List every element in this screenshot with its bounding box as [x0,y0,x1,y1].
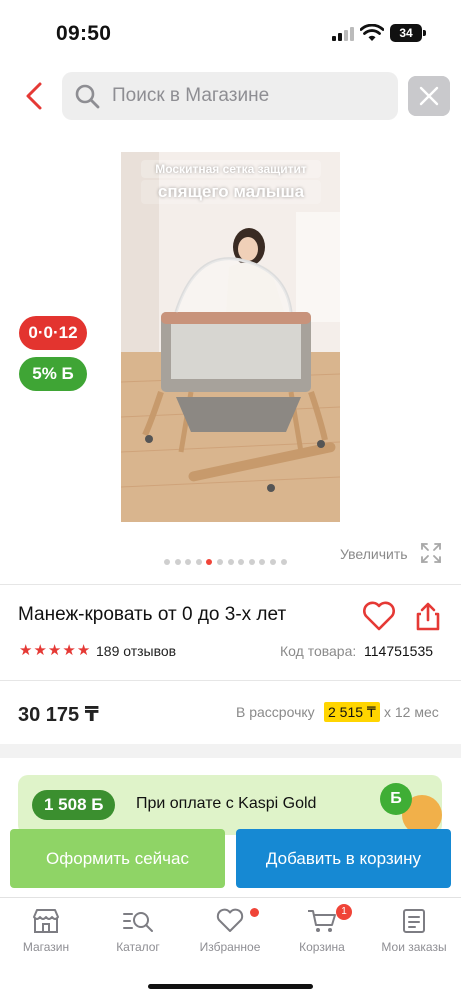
pagination-dot[interactable] [216,559,223,565]
add-to-cart-button[interactable]: Добавить в корзину [236,829,451,888]
product-title: Манеж-кровать от 0 до 3-х лет [18,604,287,625]
battery-level: 34 [390,24,422,42]
bottom-tab-bar: Магазин Каталог Избранное 1 Корзина Мои … [0,897,461,999]
favorite-button[interactable] [362,600,396,632]
home-indicator [148,984,313,989]
wifi-icon [360,24,384,41]
product-image[interactable]: Москитная сетка защитит спящего малыша [121,152,340,522]
image-caption-line1: Москитная сетка защитит [141,160,321,178]
pagination-dot[interactable] [195,559,202,565]
cellular-signal-icon [332,27,354,41]
tab-label: Каталог [116,940,160,954]
tab-label: Избранное [199,940,261,954]
pagination-dot[interactable] [164,559,170,565]
back-button[interactable] [18,78,50,114]
search-bar[interactable] [62,72,398,120]
section-separator [0,744,461,758]
section-divider [0,584,461,585]
search-icon [75,84,100,109]
cart-icon [308,910,336,932]
tab-my-orders[interactable]: Мои заказы [368,904,460,964]
bonus-badge: 5% Б [19,357,87,391]
kaspi-promo-text: При оплате с Kaspi Gold [136,795,317,812]
sku-label: Код товара: [280,643,357,659]
pagination-dot[interactable] [248,559,255,565]
star-icon: ★ [76,642,91,659]
catalog-icon [123,912,153,932]
pagination-dot[interactable] [280,559,287,565]
pagination-dot[interactable] [185,559,192,565]
notification-dot [250,908,259,917]
product-price: 30 175 ₸ [18,704,99,726]
installment-term: х 12 мес [384,704,439,720]
pagination-dot[interactable] [174,559,181,565]
kaspi-gold-promo[interactable]: 1 508 Б При оплате с Kaspi Gold Б [18,775,442,835]
gallery-pagination [164,559,304,567]
store-icon [33,909,59,933]
star-icon: ★ [19,642,33,659]
pagination-dot[interactable] [259,559,266,565]
installment-label: В рассрочку [236,704,315,720]
tab-label: Корзина [299,940,345,954]
tab-label: Магазин [22,940,70,954]
star-icon: ★ [47,642,62,659]
installment-amount: 2 515 ₸ [324,702,380,722]
battery-tip [423,30,426,36]
star-icon: ★ [33,642,47,659]
kaspi-bonus-amount: 1 508 Б [32,790,116,820]
sku-value: 114751535 [364,643,434,659]
image-caption: Москитная сетка защитит спящего малыша [141,160,321,204]
product-photo [121,152,340,522]
tab-catalog[interactable]: Каталог [92,904,184,964]
installment-badge: 0·0·12 [19,316,87,350]
search-input[interactable] [112,72,382,120]
image-caption-line2: спящего малыша [141,180,321,204]
expand-icon[interactable] [420,542,442,564]
status-bar: 09:50 34 [0,0,461,66]
heart-icon [216,908,244,932]
tab-store[interactable]: Магазин [0,904,92,964]
tab-favorites[interactable]: Избранное [184,904,276,964]
status-time: 09:50 [56,22,112,45]
pagination-dot[interactable] [227,559,234,565]
bonus-coin-icon: Б [380,783,412,815]
zoom-label[interactable]: Увеличить [340,543,408,565]
pagination-dot[interactable] [206,559,213,565]
tab-label: Мои заказы [381,940,447,954]
pagination-dot[interactable] [269,559,276,565]
pagination-dot[interactable] [238,559,245,565]
tab-cart[interactable]: 1 Корзина [276,904,368,964]
cart-count-badge: 1 [336,904,352,920]
star-icon: ★ [62,642,76,659]
rating-stars: ★ ★ ★ ★ ★ [19,643,90,659]
share-button[interactable] [414,600,442,632]
reviews-link[interactable]: 189 отзывов [96,643,176,659]
section-divider [0,680,461,681]
order-now-button[interactable]: Оформить сейчас [10,829,225,888]
close-search-button[interactable] [408,76,450,116]
orders-icon [403,909,425,933]
